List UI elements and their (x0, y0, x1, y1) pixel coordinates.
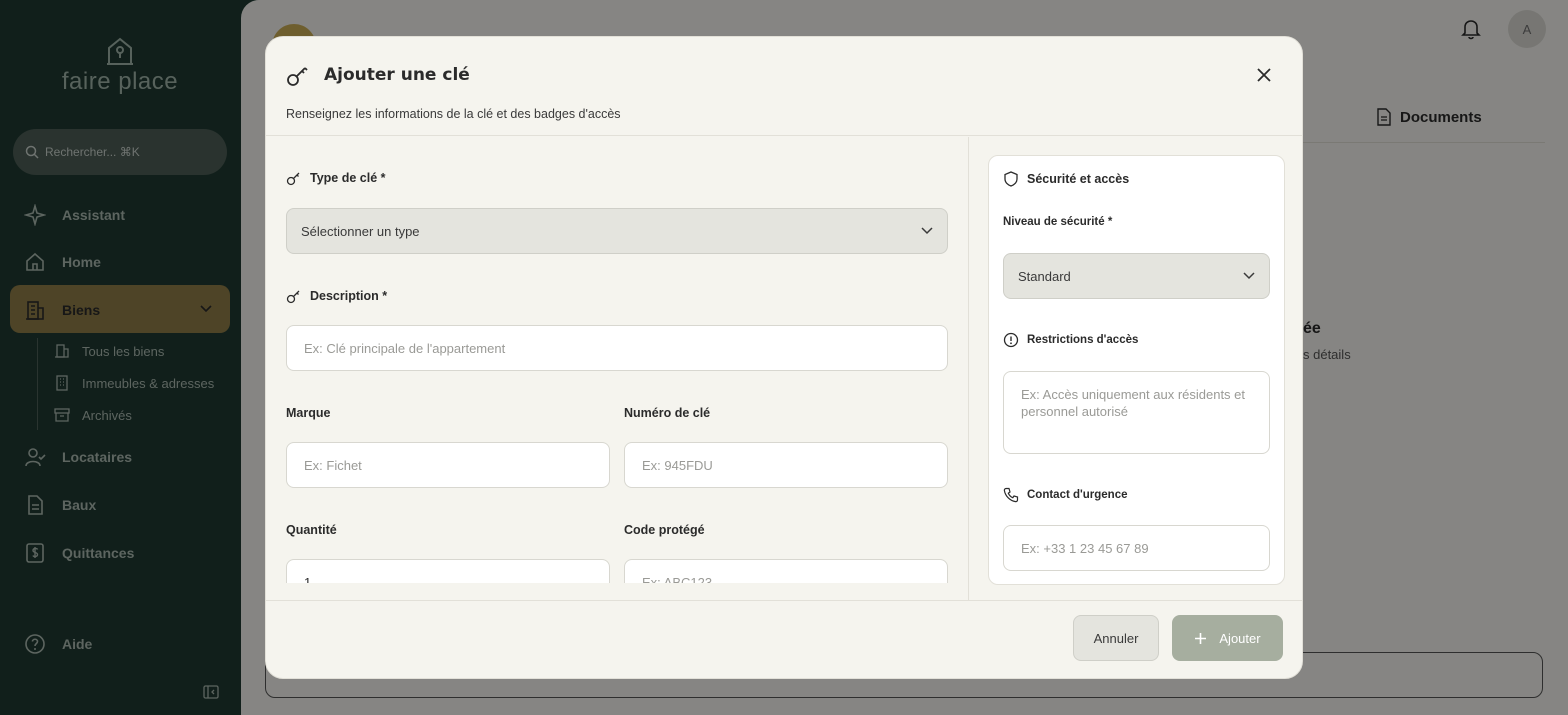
emergency-contact-placeholder: Ex: +33 1 23 45 67 89 (1021, 540, 1149, 556)
key-number-input[interactable]: Ex: 945FDU (624, 442, 948, 488)
description-label-text: Description * (310, 289, 388, 303)
dialog-subtitle: Renseignez les informations de la clé et… (286, 107, 621, 121)
key-details-section: Type de clé * Sélectionner un type Descr… (266, 137, 968, 583)
add-button[interactable]: Ajouter (1172, 615, 1283, 661)
description-placeholder: Ex: Clé principale de l'appartement (304, 340, 506, 356)
plus-icon (1195, 632, 1207, 644)
key-type-select-value: Sélectionner un type (301, 223, 420, 239)
key-icon (287, 67, 308, 86)
key-number-label: Numéro de clé (624, 406, 710, 420)
security-title-text: Sécurité et accès (1027, 172, 1130, 186)
security-section: Sécurité et accès Niveau de sécurité * S… (969, 137, 1302, 601)
security-card: Sécurité et accès Niveau de sécurité * S… (988, 155, 1285, 585)
protected-code-label: Code protégé (624, 523, 705, 537)
security-card-title: Sécurité et accès (1003, 171, 1129, 187)
protected-code-label-text: Code protégé (624, 523, 705, 537)
brand-placeholder: Ex: Fichet (304, 457, 362, 473)
restrictions-label: Restrictions d'accès (1003, 332, 1138, 348)
description-label: Description * (286, 288, 387, 304)
restrictions-textarea[interactable]: Ex: Accès uniquement aux résidents et pe… (1003, 371, 1270, 454)
key-icon (286, 172, 300, 186)
add-key-dialog: Ajouter une clé Renseignez les informati… (265, 36, 1303, 679)
protected-code-placeholder: Ex: ABC123 (642, 574, 713, 584)
security-level-select[interactable]: Standard (1003, 253, 1270, 299)
cancel-button-label: Annuler (1093, 630, 1139, 646)
protected-code-input[interactable]: Ex: ABC123 (624, 559, 948, 583)
quantity-stepper[interactable]: 1 (286, 559, 610, 583)
key-number-label-text: Numéro de clé (624, 406, 711, 420)
cancel-button[interactable]: Annuler (1073, 615, 1159, 661)
dialog-title-row: Ajouter une clé (286, 63, 470, 87)
brand-label: Marque (286, 406, 330, 420)
close-icon[interactable] (1254, 65, 1274, 85)
restrictions-placeholder: Ex: Accès uniquement aux résidents et pe… (1021, 387, 1246, 419)
restrictions-label-text: Restrictions d'accès (1027, 334, 1139, 346)
dialog-header: Ajouter une clé Renseignez les informati… (266, 37, 1302, 136)
emergency-contact-label: Contact d'urgence (1003, 487, 1128, 503)
quantity-label-text: Quantité (286, 523, 337, 537)
key-type-label-text: Type de clé * (310, 171, 386, 185)
phone-icon (1003, 487, 1019, 503)
emergency-contact-input[interactable]: Ex: +33 1 23 45 67 89 (1003, 525, 1270, 571)
alert-circle-icon (1003, 332, 1019, 348)
dialog-footer: Annuler Ajouter (266, 600, 1302, 678)
security-level-value: Standard (1018, 268, 1071, 284)
chevron-down-icon (1243, 272, 1255, 280)
key-number-placeholder: Ex: 945FDU (642, 457, 713, 473)
security-level-label: Niveau de sécurité * (1003, 216, 1112, 228)
brand-input[interactable]: Ex: Fichet (286, 442, 610, 488)
description-input[interactable]: Ex: Clé principale de l'appartement (286, 325, 948, 371)
key-icon (286, 290, 300, 304)
dialog-title: Ajouter une clé (324, 65, 470, 85)
key-type-label: Type de clé * (286, 170, 386, 186)
key-type-select[interactable]: Sélectionner un type (286, 208, 948, 254)
add-button-label: Ajouter (1219, 630, 1261, 646)
chevron-down-icon (921, 227, 933, 235)
quantity-value: 1 (304, 574, 312, 584)
security-level-label-text: Niveau de sécurité * (1003, 216, 1113, 228)
brand-label-text: Marque (286, 406, 331, 420)
quantity-label: Quantité (286, 523, 337, 537)
shield-icon (1004, 171, 1018, 187)
emergency-contact-label-text: Contact d'urgence (1027, 489, 1128, 501)
